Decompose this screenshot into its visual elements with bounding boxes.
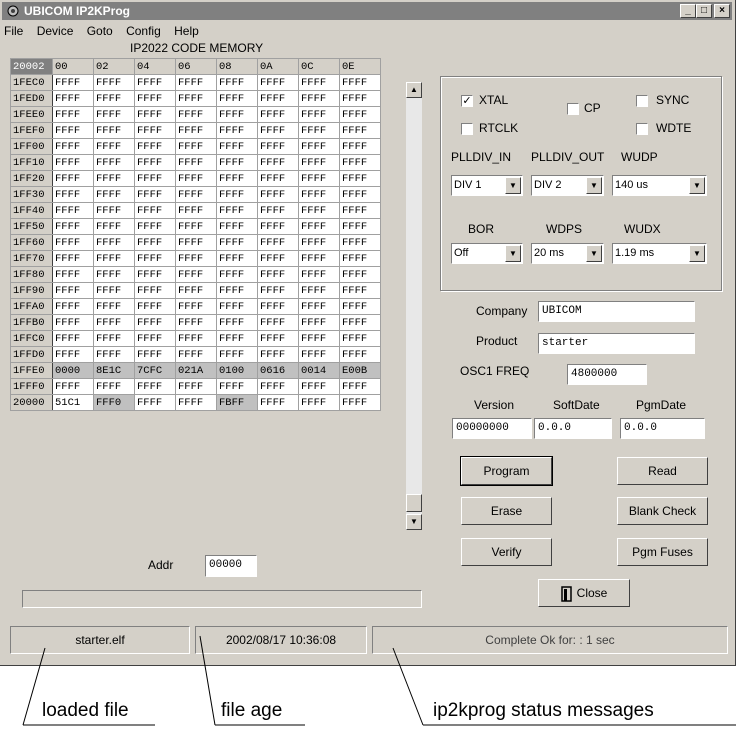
annotation-status-messages: ip2kprog status messages: [433, 700, 654, 721]
annotation-loaded-file: loaded file: [42, 700, 129, 721]
annotation-file-age: file age: [221, 700, 283, 721]
annotation-lines: [22, 635, 736, 726]
